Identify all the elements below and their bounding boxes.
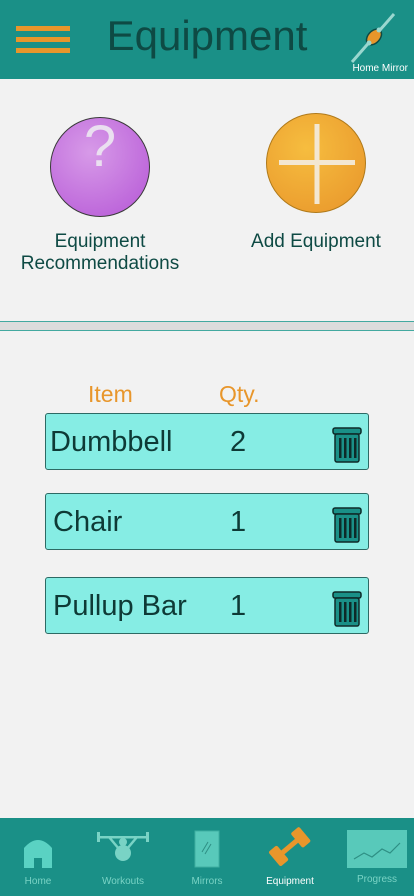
- bottom-tab-bar: Home Workouts Mirrors Equipment Progress: [0, 818, 414, 896]
- item-qty: 2: [230, 426, 247, 458]
- tab-label: Progress: [356, 874, 397, 885]
- tab-home[interactable]: Home: [6, 818, 70, 896]
- item-qty: 1: [230, 506, 247, 538]
- item-qty: 1: [230, 590, 247, 622]
- chart-icon: [347, 830, 407, 868]
- mirror-icon: [194, 830, 220, 868]
- add-equipment-label: Add Equipment: [251, 231, 381, 252]
- equipment-row[interactable]: Dumbbell 2: [45, 413, 369, 470]
- equipment-recommendations-button[interactable]: ? Equipment Recommendations: [10, 117, 190, 275]
- recommend-label-line2: Recommendations: [20, 253, 180, 274]
- home-mirror-label: Home Mirror: [352, 63, 408, 74]
- header: Equipment Home Mirror: [0, 0, 414, 79]
- trash-icon[interactable]: [332, 507, 362, 543]
- home-mirror-button[interactable]: Home Mirror: [338, 6, 408, 76]
- tab-label: Equipment: [266, 876, 314, 887]
- tab-label: Workouts: [101, 876, 145, 887]
- equipment-row[interactable]: Chair 1: [45, 493, 369, 550]
- question-icon[interactable]: ?: [50, 117, 150, 217]
- tab-mirrors[interactable]: Mirrors: [180, 818, 234, 896]
- mirror-wand-icon: [350, 13, 396, 63]
- home-icon: [24, 840, 52, 868]
- column-header-item: Item: [88, 381, 133, 407]
- recommend-label-line1: Equipment: [54, 231, 146, 252]
- trash-icon[interactable]: [332, 591, 362, 627]
- tab-equipment[interactable]: Equipment: [256, 818, 324, 896]
- add-equipment-button[interactable]: Add Equipment: [226, 113, 406, 253]
- tab-label: Mirrors: [191, 876, 223, 887]
- trash-icon[interactable]: [332, 427, 362, 463]
- tab-progress[interactable]: Progress: [344, 818, 410, 896]
- tab-label: Home: [24, 876, 52, 887]
- item-name: Chair: [53, 506, 123, 538]
- dumbbell-icon: [269, 827, 311, 866]
- item-name: Dumbbell: [50, 426, 173, 458]
- weightlifter-icon: [97, 832, 149, 861]
- item-name: Pullup Bar: [53, 590, 187, 622]
- section-divider: [0, 321, 414, 331]
- tab-workouts[interactable]: Workouts: [92, 818, 154, 896]
- column-header-qty: Qty.: [219, 381, 260, 407]
- plus-icon[interactable]: [266, 113, 366, 213]
- equipment-row[interactable]: Pullup Bar 1: [45, 577, 369, 634]
